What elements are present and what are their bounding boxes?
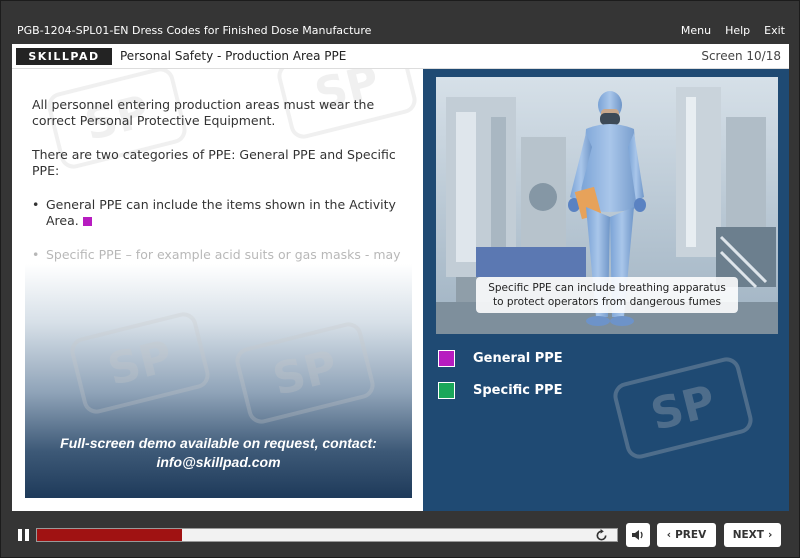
prev-button[interactable]: ‹ PREV: [657, 523, 716, 547]
watermark-text: SP: [267, 340, 343, 406]
photo-caption: Specific PPE can include breathing appar…: [476, 277, 738, 313]
chevron-left-icon: ‹: [666, 529, 672, 541]
demo-email: info@skillpad.com: [156, 454, 281, 470]
next-label: NEXT: [732, 529, 764, 541]
bullet-general-label: General PPE can include the items shown …: [46, 197, 396, 228]
category-general-ppe[interactable]: General PPE: [438, 350, 563, 367]
progress-bar[interactable]: [36, 528, 618, 542]
next-button[interactable]: NEXT ›: [724, 523, 781, 547]
watermark-logo: SP: [610, 354, 756, 462]
prev-label: PREV: [675, 529, 707, 541]
watermark-logo: SP: [67, 309, 213, 417]
demo-overlay-panel: SP SP Full-screen demo available on requ…: [25, 264, 412, 498]
course-player: PGB-1204-SPL01-EN Dress Codes for Finish…: [0, 0, 800, 558]
menu-link[interactable]: Menu: [681, 24, 711, 37]
course-title: PGB-1204-SPL01-EN Dress Codes for Finish…: [17, 24, 372, 37]
demo-line-1: Full-screen demo available on request, c…: [60, 435, 377, 451]
watermark-logo: SP: [232, 319, 378, 427]
demo-contact-text: Full-screen demo available on request, c…: [25, 434, 412, 472]
player-controls: ‹ PREV NEXT ›: [1, 516, 800, 558]
screen-title: Personal Safety - Production Area PPE: [120, 49, 347, 63]
bullet-general: • General PPE can include the items show…: [32, 197, 402, 229]
progress-fill: [37, 529, 182, 541]
content-area: SP SP SP SP All personnel entering produ…: [12, 69, 789, 511]
specific-ppe-label: Specific PPE: [473, 383, 563, 398]
top-bar: PGB-1204-SPL01-EN Dress Codes for Finish…: [1, 1, 800, 41]
specific-ppe-swatch: [438, 382, 455, 399]
bullet-general-text: General PPE can include the items shown …: [46, 197, 402, 229]
pause-button[interactable]: [18, 529, 32, 544]
exit-link[interactable]: Exit: [764, 24, 785, 37]
general-ppe-swatch: [438, 350, 455, 367]
categories-paragraph: There are two categories of PPE: General…: [32, 147, 396, 178]
audio-button[interactable]: [626, 523, 650, 547]
screen-counter: Screen 10/18: [701, 49, 781, 63]
logo-text: SKILLPAD: [28, 50, 100, 63]
activity-area: SP Specific PPE can include breathing ap…: [423, 69, 789, 511]
replay-icon: [596, 528, 607, 540]
top-nav: Menu Help Exit: [681, 24, 785, 37]
pause-icon-bar: [25, 529, 29, 541]
general-color-square: [82, 217, 92, 226]
help-link[interactable]: Help: [725, 24, 750, 37]
replay-button[interactable]: [591, 528, 611, 542]
intro-paragraph: All personnel entering production areas …: [32, 97, 375, 128]
watermark-text: SP: [102, 330, 178, 396]
chevron-right-icon: ›: [767, 529, 773, 541]
category-specific-ppe[interactable]: Specific PPE: [438, 382, 562, 399]
pause-icon-bar: [18, 529, 22, 541]
speaker-icon: [632, 530, 643, 540]
watermark-text: SP: [645, 375, 721, 441]
skillpad-logo: SKILLPAD: [16, 48, 112, 65]
screen-header: SKILLPAD Personal Safety - Production Ar…: [12, 44, 789, 69]
ppe-photo: Specific PPE can include breathing appar…: [436, 77, 778, 334]
general-ppe-label: General PPE: [473, 351, 563, 366]
bullet-dot: •: [32, 197, 40, 212]
